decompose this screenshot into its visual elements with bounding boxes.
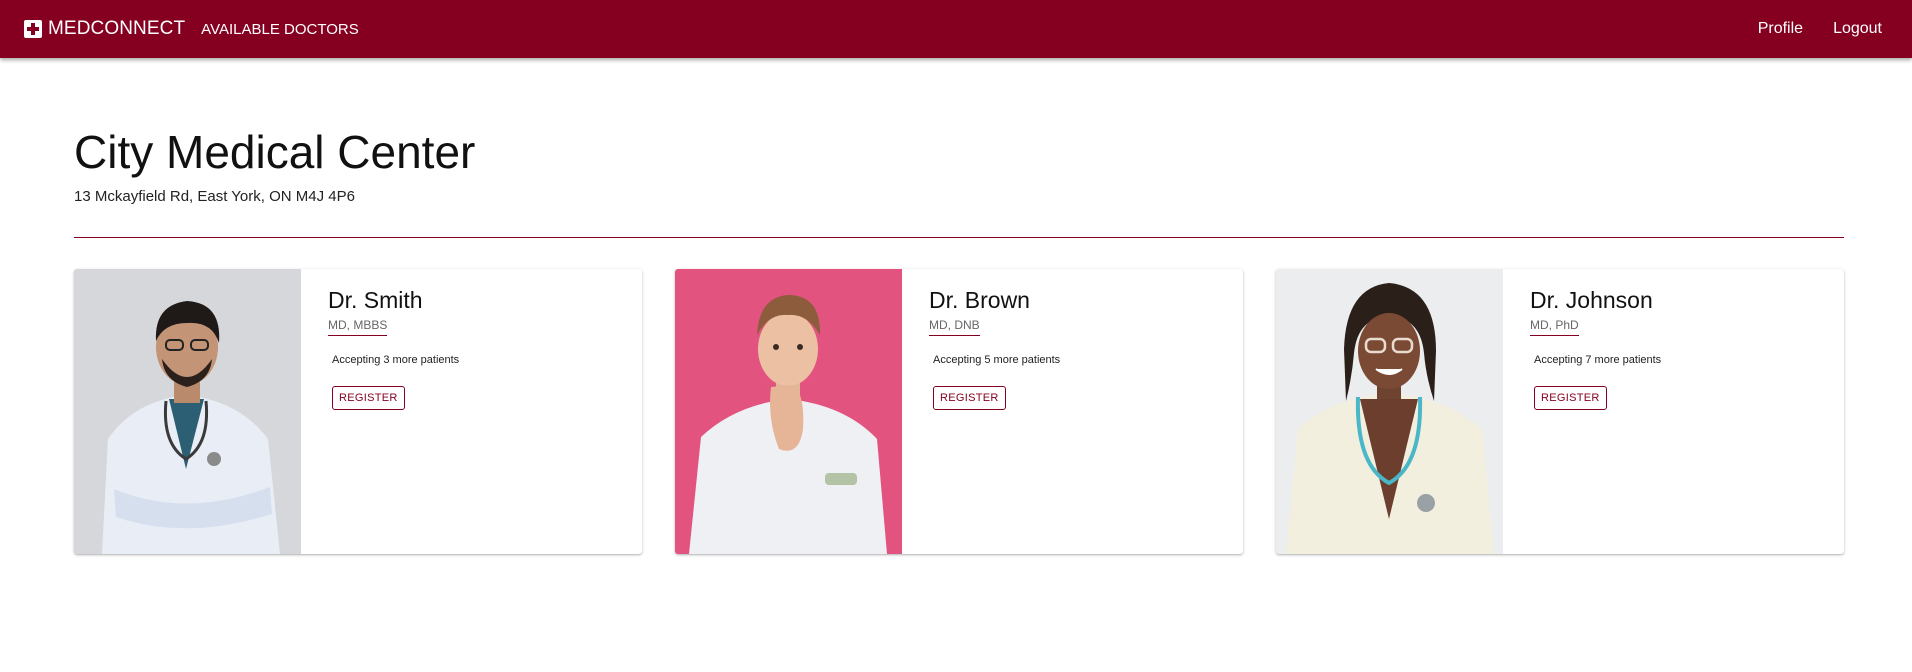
doctor-card-body: Dr. Johnson MD, PhD Accepting 7 more pat… (1503, 269, 1844, 554)
top-app-bar: MEDCONNECT AVAILABLE DOCTORS Profile Log… (0, 0, 1912, 58)
doctor-availability: Accepting 7 more patients (1534, 354, 1662, 366)
register-button[interactable]: REGISTER (1534, 386, 1607, 410)
nav-right-group: Profile Logout (1728, 0, 1882, 58)
doctor-credentials: MD, DNB (929, 318, 980, 336)
section-divider (74, 237, 1844, 238)
doctor-card-smith: Dr. Smith MD, MBBS Accepting 3 more pati… (74, 269, 642, 554)
doctor-availability: Accepting 3 more patients (332, 354, 460, 366)
doctor-name: Dr. Brown (929, 287, 1030, 313)
doctor-availability: Accepting 5 more patients (933, 354, 1061, 366)
register-button[interactable]: REGISTER (332, 386, 405, 410)
nav-logout[interactable]: Logout (1833, 20, 1882, 38)
doctor-photo-smith (74, 269, 301, 554)
doctor-photo-johnson (1276, 269, 1503, 554)
doctor-name: Dr. Johnson (1530, 287, 1653, 313)
medical-cross-icon (24, 20, 42, 38)
doctor-credentials: MD, PhD (1530, 318, 1579, 336)
brand-name: MEDCONNECT (48, 18, 186, 39)
brand-link[interactable]: MEDCONNECT (24, 18, 185, 40)
doctor-card-body: Dr. Brown MD, DNB Accepting 5 more patie… (902, 269, 1243, 554)
register-button[interactable]: REGISTER (933, 386, 1006, 410)
clinic-address: 13 Mckayfield Rd, East York, ON M4J 4P6 (74, 188, 355, 205)
doctor-card-johnson: Dr. Johnson MD, PhD Accepting 7 more pat… (1276, 269, 1844, 554)
nav-available-doctors[interactable]: AVAILABLE DOCTORS (201, 21, 359, 38)
doctor-photo-brown (675, 269, 902, 554)
doctor-card-body: Dr. Smith MD, MBBS Accepting 3 more pati… (301, 269, 642, 554)
doctor-credentials: MD, MBBS (328, 318, 388, 336)
doctor-card-brown: Dr. Brown MD, DNB Accepting 5 more patie… (675, 269, 1243, 554)
doctor-name: Dr. Smith (328, 287, 423, 313)
page-title: City Medical Center (74, 126, 476, 178)
nav-profile[interactable]: Profile (1758, 20, 1803, 38)
